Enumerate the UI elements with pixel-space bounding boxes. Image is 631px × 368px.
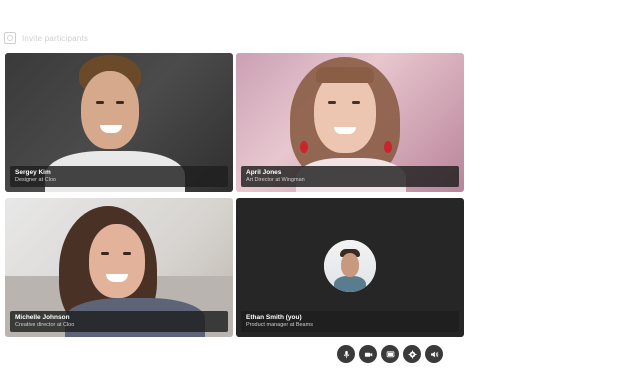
camera-button[interactable] (359, 345, 377, 363)
participant-caption: Sergey Kim Designer at Cloo (10, 166, 228, 187)
screen-share-button[interactable] (381, 345, 399, 363)
video-tile-michelle[interactable]: Michelle Johnson Creative director at Cl… (5, 198, 233, 337)
participant-role: Creative director at Cloo (15, 322, 75, 328)
participant-name: April Jones (246, 169, 282, 176)
screen-share-icon (386, 350, 394, 357)
invite-icon[interactable] (4, 32, 16, 44)
invite-label[interactable]: Invite participants (22, 34, 88, 43)
video-tile-april[interactable]: April Jones Art Director at Wingman (236, 53, 464, 192)
microphone-icon (343, 350, 349, 358)
volume-icon (430, 351, 438, 357)
settings-icon (408, 350, 416, 358)
participant-name: Ethan Smith (you) (246, 314, 302, 321)
participant-role: Art Director at Wingman (246, 177, 305, 183)
avatar (324, 240, 376, 292)
participant-caption: Ethan Smith (you) Product manager at Bea… (241, 311, 459, 332)
participant-role: Product manager at Beams (246, 322, 313, 328)
participant-caption: April Jones Art Director at Wingman (241, 166, 459, 187)
settings-button[interactable] (403, 345, 421, 363)
volume-button[interactable] (425, 345, 443, 363)
video-tile-sergey[interactable]: Sergey Kim Designer at Cloo (5, 53, 233, 192)
participant-name: Sergey Kim (15, 169, 51, 176)
topbar: Invite participants (4, 31, 88, 45)
participant-caption: Michelle Johnson Creative director at Cl… (10, 311, 228, 332)
mute-button[interactable] (337, 345, 355, 363)
participant-role: Designer at Cloo (15, 177, 56, 183)
call-controls (337, 345, 443, 363)
participant-name: Michelle Johnson (15, 314, 70, 321)
video-tile-ethan[interactable]: Ethan Smith (you) Product manager at Bea… (236, 198, 464, 337)
camera-icon (364, 352, 372, 357)
